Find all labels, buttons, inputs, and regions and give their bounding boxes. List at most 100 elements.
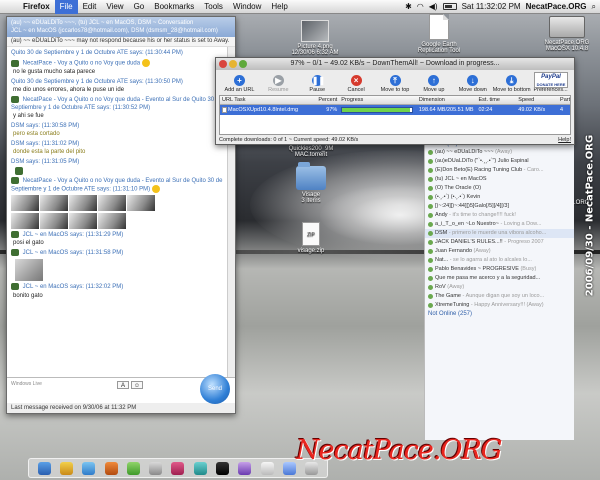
chat-message: NecatPace - Voy a Quito o no Voy que dud… (11, 95, 225, 120)
buddy-status: - Happy Anniversary!!! (Away) (470, 302, 544, 308)
custom-emoticon-icon (15, 166, 23, 175)
photoshop-dock-icon[interactable] (238, 461, 252, 475)
close-window-icon[interactable] (219, 60, 227, 68)
desktop-icon-visage-zip[interactable]: ZIP visage.zip (280, 222, 342, 254)
send-button[interactable]: Send (200, 374, 230, 404)
buddy-status: - se lo agarra al ato lo alcales lo... (449, 257, 532, 263)
cat-photo-thumbnail[interactable] (69, 213, 97, 230)
ichat-dock-icon[interactable] (193, 461, 207, 475)
safari-dock-icon[interactable] (282, 461, 296, 475)
calendar-dock-icon[interactable] (260, 461, 274, 475)
menu-tools[interactable]: Tools (199, 0, 228, 14)
menu-go[interactable]: Go (129, 0, 150, 14)
buddy-item[interactable]: (E)Don Beto(E) Racing Tuning Club - Caro… (425, 166, 574, 175)
emoticon-button[interactable]: ☺ (131, 381, 143, 389)
desktop-icon-torrent[interactable]: Quickies200_9M MAC.torrent (280, 146, 342, 158)
buddy-item[interactable]: DSM - primero le muerde una vibora alcoh… (425, 229, 574, 238)
column-url-task[interactable]: URL Task (220, 96, 313, 104)
system-preferences-dock-icon[interactable] (149, 461, 163, 475)
desktop-icon-hard-disk[interactable]: NecatPace.ORG MacOSX 10.4.8 (536, 16, 598, 52)
buddy-item[interactable]: RoV (Away) (425, 283, 574, 292)
volume-icon[interactable]: ◀) (429, 0, 438, 14)
menu-edit[interactable]: Edit (78, 0, 102, 14)
desktop-icon-google-earth-tool[interactable]: Google Earth Replication Tool (408, 14, 470, 54)
menu-file[interactable]: File (54, 0, 78, 14)
desktop-icon-picture[interactable]: Picture 4.png 12/30/06 6:32 AM (284, 20, 346, 56)
menu-window[interactable]: Window (228, 0, 266, 14)
cat-photo-thumbnail[interactable] (40, 213, 68, 230)
dta-toolbar: + Add an URL ▶ Resume ❚❚ Pause × Cancel ⤒ Move to… (216, 70, 574, 94)
cat-photo-thumbnail[interactable] (40, 195, 68, 212)
column-progress[interactable]: Progress (339, 96, 417, 104)
buddy-item[interactable]: Andy - it's time to change!!!! fuck! (425, 211, 574, 220)
column-speed[interactable]: Speed (516, 96, 558, 104)
buddy-item[interactable]: Nat... - se lo agarra al ato lo alcales … (425, 256, 574, 265)
bluetooth-icon[interactable]: ✱ (405, 0, 412, 14)
buddy-item[interactable]: JACK DANIEL'S RULES...!! - Progreso 2007 (425, 238, 574, 247)
column-percent[interactable]: Percent (313, 96, 339, 104)
necatpace-watermark: NecatPace.ORG (296, 435, 502, 466)
cat-photo-thumbnail[interactable] (127, 195, 155, 212)
buddy-item[interactable]: (tu) JCL ~ en MacOS (425, 175, 574, 184)
pause-icon: ❚❚ (311, 75, 326, 86)
font-format-button[interactable]: A (117, 381, 129, 389)
buddy-item[interactable]: (au) ~~ eDUaLDiTo ~~~ (Away) (425, 148, 574, 157)
menu-clock[interactable]: Sat 11:32:02 PM (462, 0, 521, 14)
cat-photo-thumbnail[interactable] (11, 195, 39, 212)
dta-move-up-button[interactable]: ↑ Move up (414, 75, 453, 93)
download-row[interactable]: MacOSXUpd10.4.8Intel.dmg 97% 198.64 MB/2… (220, 105, 570, 115)
menu-app-firefox[interactable]: Firefox (18, 0, 55, 14)
minimize-window-icon[interactable] (229, 60, 237, 68)
buddy-group-header[interactable]: Not Online (257) (425, 310, 574, 318)
wifi-icon[interactable]: ◠ (417, 0, 424, 14)
dta-cancel-button[interactable]: × Cancel (337, 75, 376, 93)
buddy-item[interactable]: Que me pasa me acerco y a la seguridad..… (425, 274, 574, 283)
cat-photo-thumbnail[interactable] (98, 213, 126, 230)
terminal-dock-icon[interactable] (216, 461, 230, 475)
buddy-item[interactable]: (au)eDUaLDiTo ("`•.¸¸.•´") Julio Espinal (425, 157, 574, 166)
dta-play-button[interactable]: ▶ Resume (259, 75, 298, 93)
column-parts[interactable]: Parts (558, 96, 570, 104)
firefox-dock-icon[interactable] (104, 461, 118, 475)
emoticon-icon (11, 59, 19, 67)
column-dimension[interactable]: Dimension (417, 96, 477, 104)
chat-titlebar[interactable]: (au) ~~ eDUaLDiTo ~~~, (tu) JCL ~ en Mac… (7, 17, 235, 37)
dta-plus-button[interactable]: + Add an URL (220, 75, 259, 93)
mail-dock-icon[interactable] (82, 461, 96, 475)
menu-view[interactable]: View (101, 0, 128, 14)
finder-dock-icon[interactable] (37, 461, 51, 475)
cat-photo-thumbnail[interactable] (98, 195, 126, 212)
paypal-donate-button[interactable]: PayPal DONATE HERE (534, 72, 568, 88)
messenger-dock-icon[interactable] (126, 461, 140, 475)
dta-move-down-button[interactable]: ↓ Move down (453, 75, 492, 93)
buddy-item[interactable]: XtremeTuning - Happy Anniversary!!! (Awa… (425, 301, 574, 310)
dta-move-top-button[interactable]: ⤒ Move to top (376, 75, 415, 93)
desktop-icon-visage-folder[interactable]: Visage 3 items (280, 162, 342, 204)
spotlight-icon[interactable]: ⌕ (592, 0, 596, 14)
buddy-name: Nat... (435, 257, 449, 263)
menu-help[interactable]: Help (266, 0, 292, 14)
buddy-item[interactable]: Juan Fernando (Away) (425, 247, 574, 256)
buddy-item[interactable]: Pablo Benavides ~ PROGRESIVE (Busy) (425, 265, 574, 274)
zoom-window-icon[interactable] (239, 60, 247, 68)
cat-photo[interactable] (15, 259, 43, 282)
buddy-item[interactable]: The Game - Aunque digan que soy un loco.… (425, 292, 574, 301)
battery-icon[interactable] (442, 3, 457, 10)
buddy-item[interactable]: a_i_T_o_en ~Lo Nuestro~ - Loving a Dow..… (425, 220, 574, 229)
dta-pause-button[interactable]: ❚❚ Pause (298, 75, 337, 93)
buddy-item[interactable]: (O) The Oracle (O) (425, 184, 574, 193)
dta-help-link[interactable]: Help! (558, 136, 571, 145)
buddy-item[interactable]: [)~:24][)~:44][)5]Galo[/5][/4][/3] (425, 202, 574, 211)
move-up-icon: ↑ (428, 75, 440, 86)
buddy-status: - Progreso 2007 (504, 239, 544, 245)
menu-username[interactable]: NecatPace.ORG (526, 0, 587, 14)
menu-bookmarks[interactable]: Bookmarks (149, 0, 199, 14)
column-est-time[interactable]: Est. time (477, 96, 517, 104)
dta-titlebar[interactable]: 97% ~ 0/1 ~ 49.02 KB/s ~ DownThemAll! ~ … (216, 58, 574, 70)
dta-move-bottom-button[interactable]: ⤓ Move to bottom (492, 75, 531, 93)
itunes-dock-icon[interactable] (171, 461, 185, 475)
cat-photo-thumbnail[interactable] (11, 213, 39, 230)
dashboard-dock-icon[interactable] (59, 461, 73, 475)
buddy-item[interactable]: (•.¸.•´) (•.¸.•´) Kevin (425, 193, 574, 202)
cat-photo-thumbnail[interactable] (69, 195, 97, 212)
